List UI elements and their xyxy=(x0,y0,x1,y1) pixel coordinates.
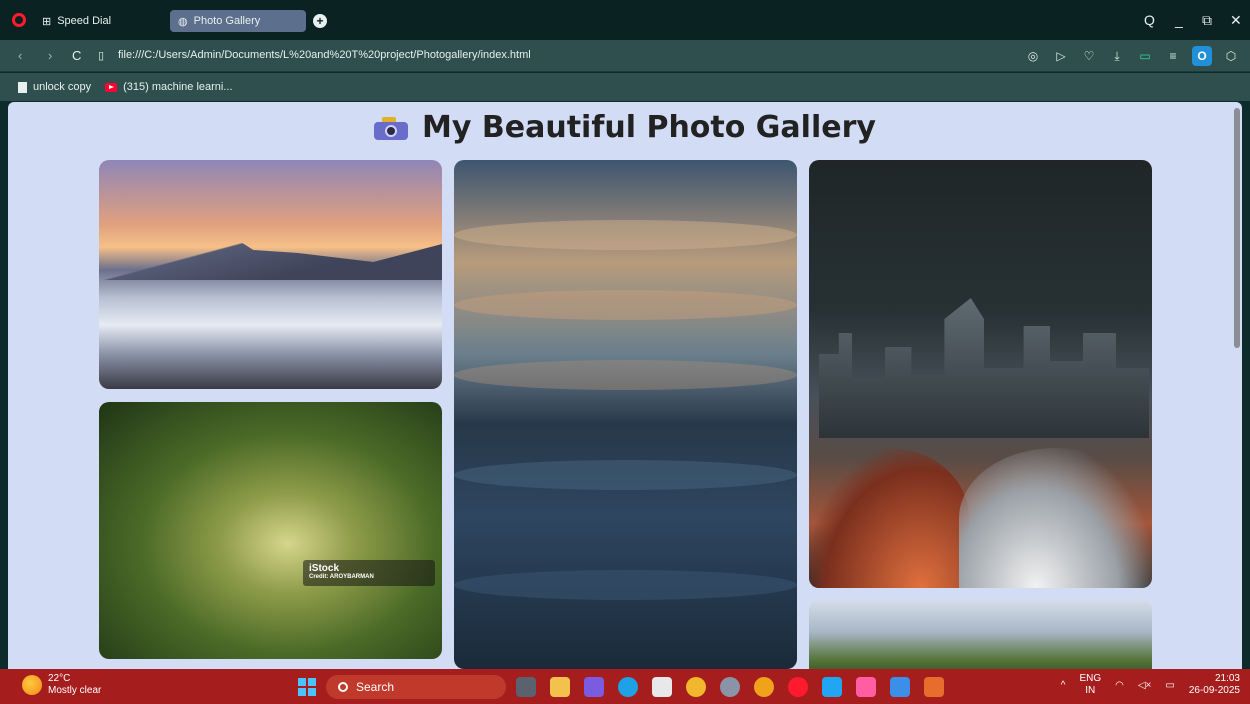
city-skyline xyxy=(819,298,1149,438)
vertical-scrollbar[interactable] xyxy=(1234,108,1240,348)
forward-icon[interactable]: › xyxy=(48,48,52,63)
copilot-icon[interactable] xyxy=(584,677,604,697)
language-code: ENG xyxy=(1079,673,1102,684)
volume-icon[interactable]: ◁× xyxy=(1138,680,1152,691)
heart-icon[interactable]: ♡ xyxy=(1080,49,1098,63)
profile-icon[interactable]: O xyxy=(1192,46,1212,66)
pycharm-icon[interactable] xyxy=(856,677,876,697)
bookmark-machine-learning[interactable]: (315) machine learni... xyxy=(105,81,233,93)
toolbar-icons: ◎ ▷ ♡ ⤓ ▭ ≡ O ⬡ xyxy=(1024,46,1240,66)
taskbar-search[interactable]: Search xyxy=(326,675,506,699)
opera-taskbar-icon[interactable] xyxy=(788,677,808,697)
chrome-icon[interactable] xyxy=(686,677,706,697)
camera-icon xyxy=(374,116,409,140)
speed-dial-icon: ⊞ xyxy=(42,15,52,28)
clock-time: 21:03 xyxy=(1214,673,1240,684)
windows-start-icon[interactable] xyxy=(298,678,316,696)
battery-tray-icon[interactable]: ▭ xyxy=(1165,680,1174,691)
globe-icon: ◍ xyxy=(178,15,188,28)
bookmark-label: (315) machine learni... xyxy=(123,81,233,93)
language-indicator[interactable]: ENG IN xyxy=(1079,673,1101,697)
search-icon xyxy=(338,682,348,692)
url-field[interactable]: file:///C:/Users/Admin/Documents/L%20and… xyxy=(118,49,531,61)
search-label: Search xyxy=(356,680,395,694)
tab-label: Speed Dial xyxy=(57,15,112,27)
wave-highlight xyxy=(454,290,797,320)
mountain-peaks xyxy=(99,226,442,280)
reload-icon[interactable]: C xyxy=(72,48,81,63)
photo-mountains[interactable] xyxy=(99,160,442,389)
wave-highlight xyxy=(454,460,797,490)
photo-water[interactable] xyxy=(454,160,797,669)
new-tab-button[interactable]: + xyxy=(313,14,327,28)
white-light-trail xyxy=(959,448,1152,588)
restore-button[interactable]: ⧉ xyxy=(1202,12,1212,29)
watermark-brand: iStock xyxy=(309,563,340,574)
watermark-credit: Credit: AROYBARMAN xyxy=(309,574,374,580)
task-view-icon[interactable] xyxy=(516,677,536,697)
download-icon[interactable]: ⤓ xyxy=(1108,49,1126,64)
bookmark-unlock-copy[interactable]: unlock copy xyxy=(18,81,91,93)
camera-snapshot-icon[interactable]: ◎ xyxy=(1024,49,1042,63)
weather-temp: 22°C xyxy=(48,673,71,684)
wifi-icon[interactable]: ◠ xyxy=(1115,680,1124,691)
easy-setup-icon[interactable]: ≡ xyxy=(1164,49,1182,63)
vscode-icon[interactable] xyxy=(822,677,842,697)
play-icon[interactable]: ▷ xyxy=(1052,49,1070,63)
opera-logo-icon[interactable] xyxy=(12,13,26,27)
tab-label: Photo Gallery xyxy=(193,15,261,27)
wave-highlight xyxy=(454,220,797,250)
page-title: My Beautiful Photo Gallery xyxy=(8,110,1242,145)
red-light-trail xyxy=(809,448,969,588)
photo-city[interactable] xyxy=(809,160,1152,588)
search-tabs-icon[interactable]: Q xyxy=(1144,12,1155,28)
tab-photo-gallery[interactable]: ◍ Photo Gallery xyxy=(170,10,306,32)
file-icon xyxy=(18,81,27,93)
page-title-text: My Beautiful Photo Gallery xyxy=(422,110,876,145)
pinned-apps xyxy=(516,677,944,697)
bookmark-label: unlock copy xyxy=(33,81,92,93)
tab-strip: ⊞ Speed Dial ◍ Photo Gallery + Q _ ⧉ ✕ xyxy=(0,0,1250,40)
photo-forest[interactable]: iStock Credit: AROYBARMAN xyxy=(99,402,442,659)
taskbar: 22°C Mostly clear Search ^ ENG IN ◠ ◁× ▭… xyxy=(0,669,1250,704)
edge-icon[interactable] xyxy=(618,677,638,697)
file-explorer-icon[interactable] xyxy=(550,677,570,697)
address-bar: ‹ › C ▯ file:///C:/Users/Admin/Documents… xyxy=(0,40,1250,72)
store-icon[interactable] xyxy=(652,677,672,697)
clock[interactable]: 21:03 26-09-2025 xyxy=(1189,673,1240,697)
region-code: IN xyxy=(1085,685,1096,696)
app-circle-icon[interactable] xyxy=(754,677,774,697)
extensions-icon[interactable]: ⬡ xyxy=(1222,49,1240,63)
wave-highlight xyxy=(454,360,797,390)
minimize-button[interactable]: _ xyxy=(1175,12,1183,28)
weather-widget[interactable]: 22°C Mostly clear xyxy=(22,673,101,697)
bookmarks-bar: unlock copy (315) machine learni... xyxy=(0,73,1250,101)
close-button[interactable]: ✕ xyxy=(1230,12,1242,29)
tab-speed-dial[interactable]: ⊞ Speed Dial xyxy=(34,10,154,32)
weather-condition: Mostly clear xyxy=(48,685,102,696)
back-icon[interactable]: ‹ xyxy=(18,48,22,63)
wave-highlight xyxy=(454,570,797,600)
clock-date: 26-09-2025 xyxy=(1188,685,1240,696)
youtube-icon xyxy=(105,82,118,92)
system-tray: ^ ENG IN ◠ ◁× ▭ 21:03 26-09-2025 xyxy=(1061,673,1240,697)
weather-icon xyxy=(22,675,42,695)
settings-icon[interactable] xyxy=(720,677,740,697)
chevron-up-icon[interactable]: ^ xyxy=(1061,680,1066,691)
powerpoint-icon[interactable] xyxy=(924,677,944,697)
page-info-icon[interactable]: ▯ xyxy=(98,49,104,62)
page-viewport: My Beautiful Photo Gallery iStock Credit… xyxy=(8,102,1242,669)
photo-road[interactable] xyxy=(809,600,1152,669)
istock-watermark: iStock Credit: AROYBARMAN xyxy=(303,560,435,586)
app-blue-icon[interactable] xyxy=(890,677,910,697)
battery-icon[interactable]: ▭ xyxy=(1136,49,1154,63)
